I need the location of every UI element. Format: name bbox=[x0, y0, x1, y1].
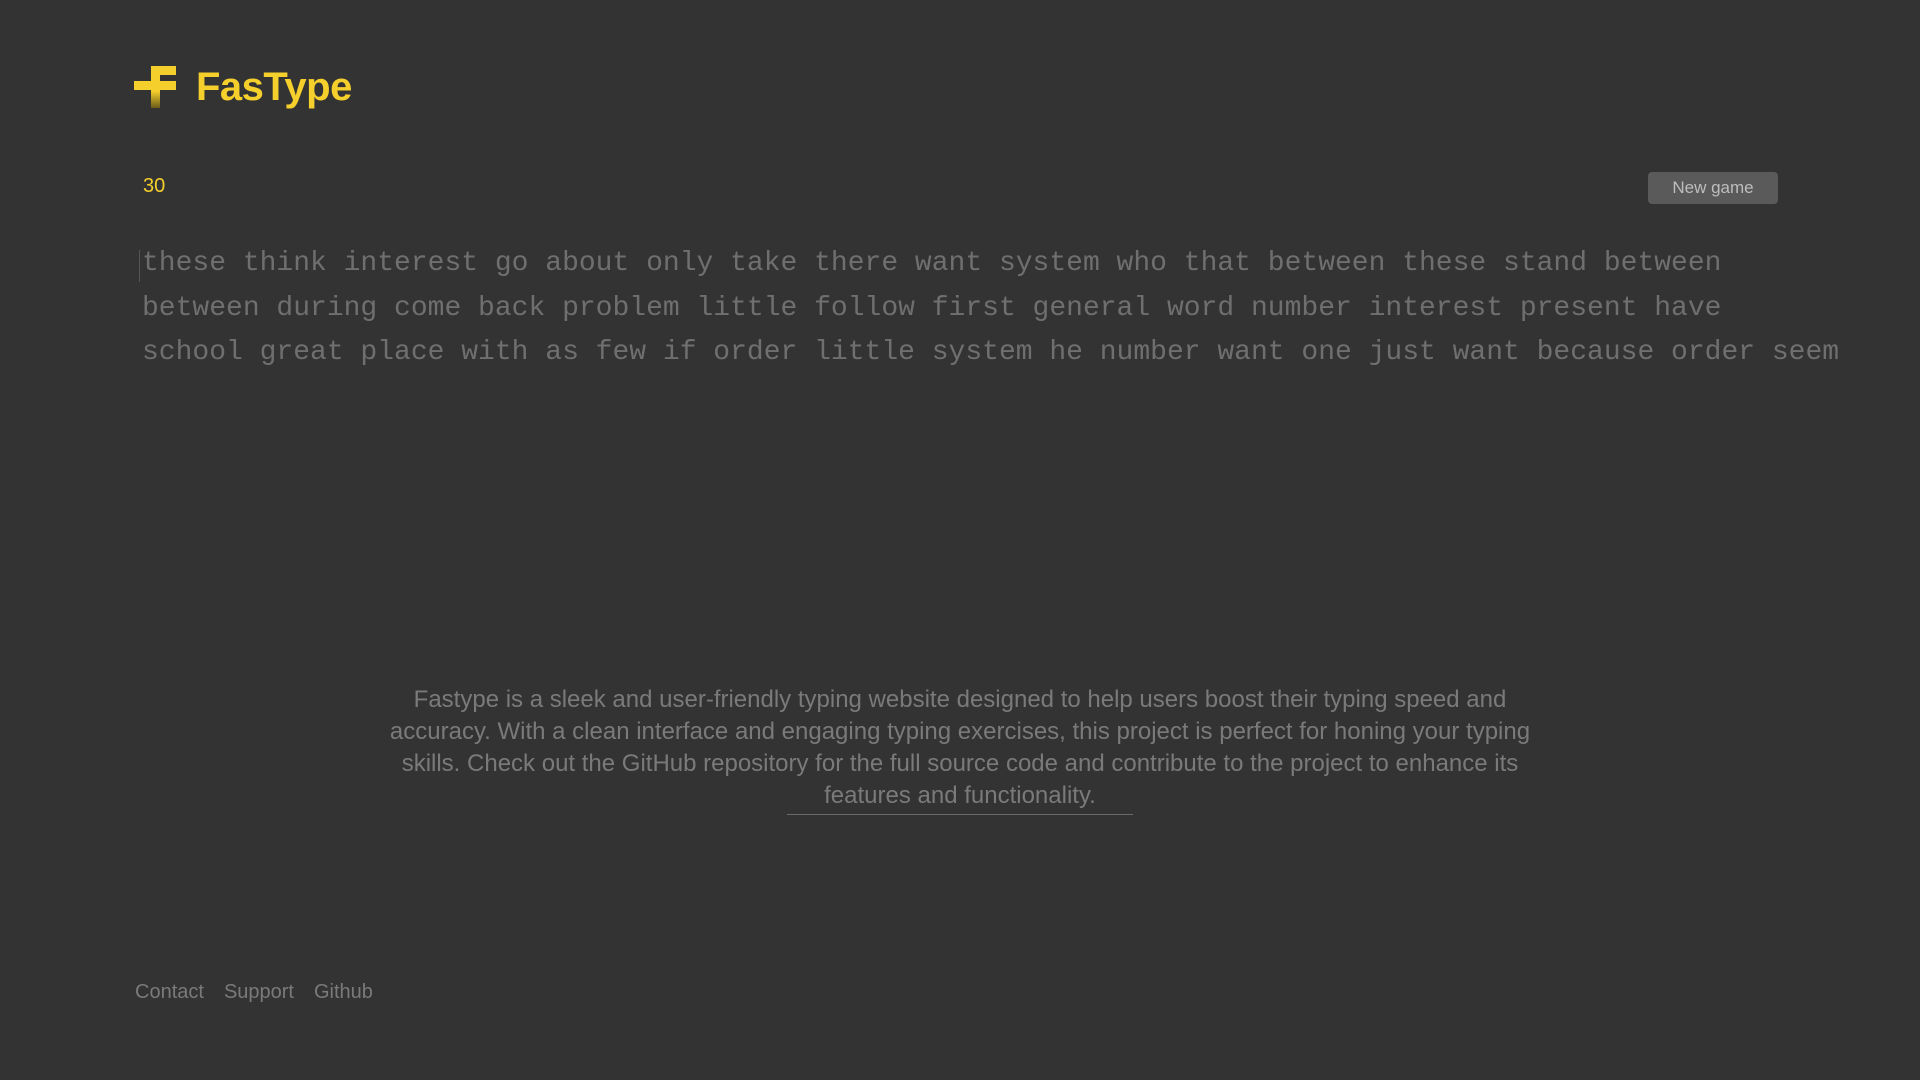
typing-words-area[interactable]: these think interest go about only take … bbox=[139, 242, 1840, 376]
cross-logo-icon[interactable] bbox=[134, 66, 176, 108]
word-line: these think interest go about only take … bbox=[142, 248, 1722, 279]
app-title[interactable]: FasType bbox=[196, 65, 352, 110]
new-game-button[interactable]: New game bbox=[1648, 172, 1778, 204]
word-line: school great place with as few if order … bbox=[142, 337, 1840, 368]
contact-link[interactable]: Contact bbox=[135, 981, 204, 1004]
typing-caret bbox=[139, 250, 140, 282]
word-line: between during come back problem little … bbox=[142, 292, 1722, 324]
divider bbox=[787, 814, 1133, 815]
footer-links: Contact Support Github bbox=[135, 981, 373, 1004]
support-link[interactable]: Support bbox=[224, 981, 294, 1004]
timer-countdown: 30 bbox=[143, 175, 166, 197]
about-description: Fastype is a sleek and user-friendly typ… bbox=[389, 686, 1531, 809]
site-header: FasType bbox=[134, 62, 352, 112]
github-link[interactable]: Github bbox=[314, 981, 373, 1004]
